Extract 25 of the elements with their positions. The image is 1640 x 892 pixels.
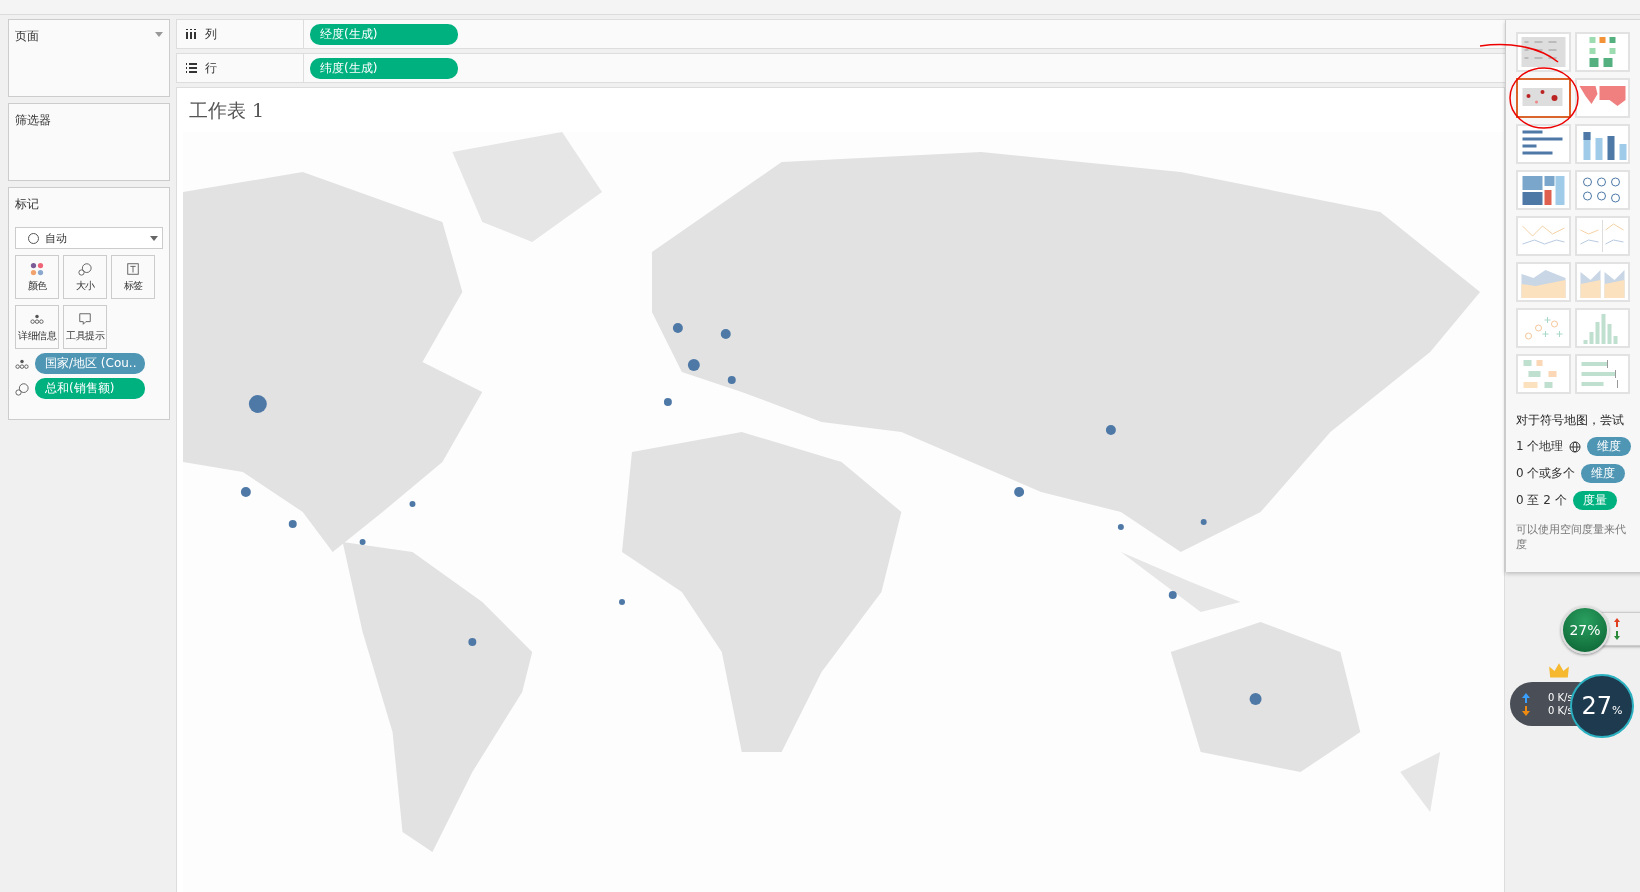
hint-note: 可以使用空间度量来代 xyxy=(1516,522,1627,537)
upload-speed: 0 K/s xyxy=(1548,692,1573,703)
shelf-label: 行 xyxy=(205,59,217,77)
filters-shelf[interactable]: 筛选器 xyxy=(8,103,170,181)
requirement-text: 0 至 2 个 xyxy=(1516,492,1567,509)
mark-card-button[interactable]: 详细信息 xyxy=(15,305,59,349)
hint-title: 对于符号地图，尝试 xyxy=(1516,412,1625,429)
memory-ball[interactable]: 27% xyxy=(1561,606,1609,654)
shelf-label: 筛选器 xyxy=(15,113,51,127)
shelf-label: 列 xyxy=(205,25,217,43)
shelf-label: 页面 xyxy=(15,29,39,43)
hint-note: 度 xyxy=(1516,537,1528,552)
sheet-title: 工作表 1 xyxy=(188,98,266,123)
pages-shelf[interactable]: 页面 xyxy=(8,19,170,97)
mark-card-button[interactable]: 工具提示 xyxy=(63,305,107,349)
requirement-text: 1 个地理 xyxy=(1516,438,1564,455)
field-type-badge: 度量 xyxy=(1572,491,1617,510)
requirement-text: 0 个或多个 xyxy=(1516,465,1576,482)
shelf-label: 标记 xyxy=(15,197,39,211)
field-type-badge: 维度 xyxy=(1587,437,1632,456)
mark-card-button[interactable]: 标签 xyxy=(111,255,155,299)
field-type-badge: 维度 xyxy=(1581,464,1626,483)
mark-card-button[interactable]: 大小 xyxy=(63,255,107,299)
mark-card-button[interactable]: 颜色 xyxy=(15,255,59,299)
mark-type-dropdown[interactable]: 自动 xyxy=(15,227,163,249)
